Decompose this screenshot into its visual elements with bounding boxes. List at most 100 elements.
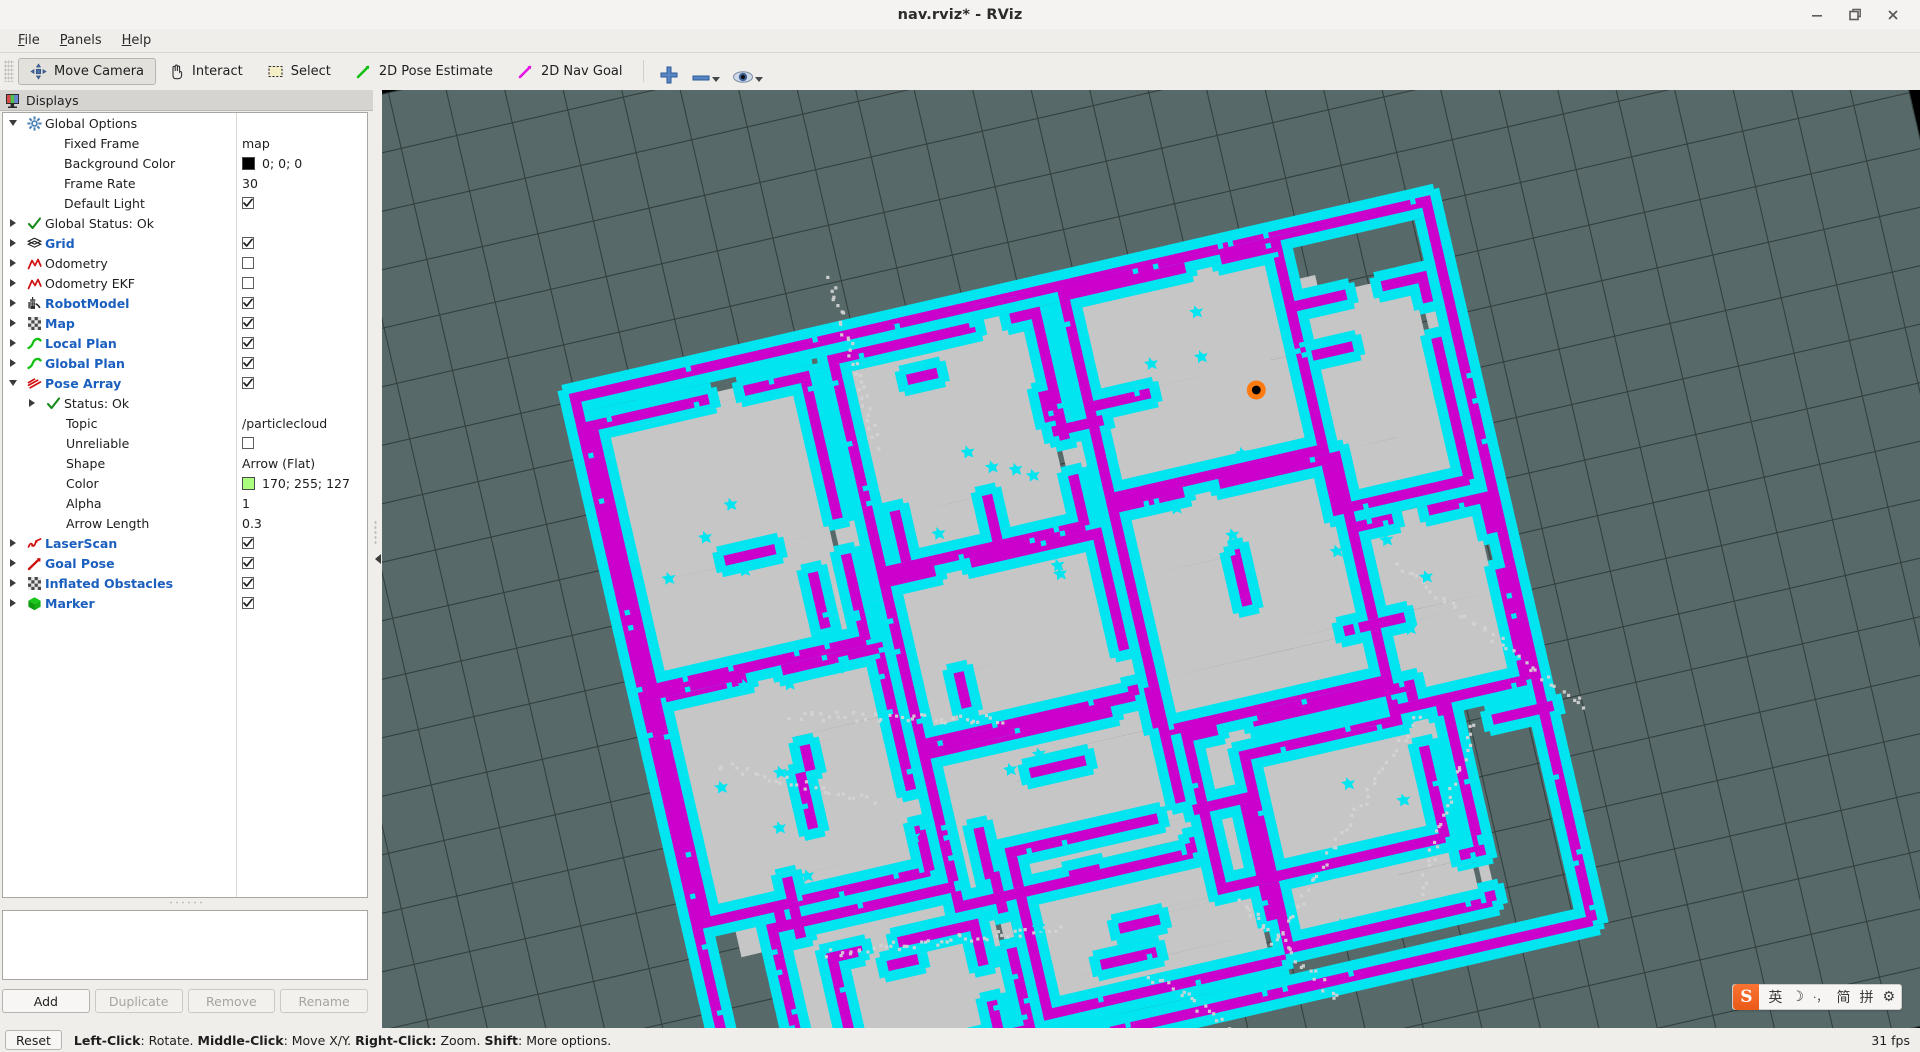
remove-button[interactable]: Remove bbox=[187, 989, 276, 1013]
tree-expander[interactable] bbox=[3, 319, 23, 327]
tree-row-laserscan[interactable]: LaserScan bbox=[3, 533, 367, 553]
tree-row-checkbox[interactable] bbox=[242, 353, 254, 373]
tree-row-checkbox[interactable] bbox=[242, 253, 254, 273]
tree-row-odometry-ekf[interactable]: Odometry EKF bbox=[3, 273, 367, 293]
ime-simplified[interactable]: 简 bbox=[1836, 987, 1850, 1007]
chevron-right-icon[interactable] bbox=[10, 239, 16, 247]
menu-panels[interactable]: Panels bbox=[50, 31, 112, 50]
panel-splitter[interactable] bbox=[168, 900, 202, 905]
tree-row-global-plan[interactable]: Global Plan bbox=[3, 353, 367, 373]
rename-button[interactable]: Rename bbox=[280, 989, 368, 1013]
tree-row-value[interactable]: map bbox=[242, 133, 270, 153]
tree-row-fixed-frame[interactable]: Fixed Frame map bbox=[3, 133, 367, 153]
tree-expander[interactable] bbox=[3, 559, 23, 567]
tool-move-camera[interactable]: Move Camera bbox=[18, 57, 157, 85]
tree-expander[interactable] bbox=[3, 239, 23, 247]
tree-row-value[interactable]: 1 bbox=[242, 493, 250, 513]
menu-help[interactable]: Help bbox=[112, 31, 162, 50]
toolbar-grip[interactable] bbox=[4, 60, 14, 82]
selection-detail-box[interactable] bbox=[2, 910, 368, 980]
chevron-right-icon[interactable] bbox=[29, 399, 35, 407]
tree-row-goal-pose[interactable]: Goal Pose bbox=[3, 553, 367, 573]
tree-row-color[interactable]: 170; 255; 127 bbox=[242, 473, 350, 493]
focus-plus-icon[interactable] bbox=[653, 57, 685, 85]
tree-row-value[interactable]: Arrow (Flat) bbox=[242, 453, 315, 473]
ime-pinyin[interactable]: 拼 bbox=[1859, 987, 1873, 1007]
tree-row-default-light[interactable]: Default Light bbox=[3, 193, 367, 213]
chevron-right-icon[interactable] bbox=[10, 559, 16, 567]
maximize-icon[interactable] bbox=[1836, 0, 1874, 29]
tool-2d-pose-estimate[interactable]: 2D Pose Estimate bbox=[343, 58, 505, 85]
tree-row-pose-array[interactable]: Pose Array bbox=[3, 373, 367, 393]
tree-row-marker[interactable]: Marker bbox=[3, 593, 367, 613]
tree-row-robotmodel[interactable]: RobotModel bbox=[3, 293, 367, 313]
tree-expander[interactable] bbox=[3, 279, 23, 287]
tree-row-value[interactable]: 30 bbox=[242, 173, 258, 193]
tree-row-pose-array-alpha[interactable]: Alpha 1 bbox=[3, 493, 367, 513]
tree-row-global-status[interactable]: Global Status: Ok bbox=[3, 213, 367, 233]
left-panel-collapse-handle[interactable] bbox=[373, 90, 382, 1028]
tree-row-grid[interactable]: Grid bbox=[3, 233, 367, 253]
tree-row-pose-array-arrow-length[interactable]: Arrow Length 0.3 bbox=[3, 513, 367, 533]
measure-minus-icon[interactable] bbox=[685, 57, 726, 85]
duplicate-button[interactable]: Duplicate bbox=[94, 989, 183, 1013]
tree-row-pose-array-shape[interactable]: Shape Arrow (Flat) bbox=[3, 453, 367, 473]
tree-expander[interactable] bbox=[3, 380, 23, 386]
tree-row-pose-array-topic[interactable]: Topic/particlecloud bbox=[3, 413, 367, 433]
chevron-right-icon[interactable] bbox=[10, 599, 16, 607]
chevron-down-icon[interactable] bbox=[9, 120, 17, 126]
tree-row-map[interactable]: Map bbox=[3, 313, 367, 333]
tree-row-global-options[interactable]: Global Options bbox=[3, 113, 367, 133]
tree-row-value[interactable]: /particlecloud bbox=[242, 413, 327, 433]
tree-row-checkbox[interactable] bbox=[242, 373, 254, 393]
tree-expander[interactable] bbox=[3, 339, 23, 347]
chevron-left-icon[interactable] bbox=[374, 554, 381, 564]
tree-row-pose-array-unreliable[interactable]: Unreliable bbox=[3, 433, 367, 453]
render-view-3d[interactable] bbox=[382, 90, 1920, 1028]
tree-row-checkbox[interactable] bbox=[242, 433, 254, 453]
tree-row-pose-array-status[interactable]: Status: Ok bbox=[3, 393, 367, 413]
tree-expander[interactable] bbox=[3, 579, 23, 587]
tree-row-checkbox[interactable] bbox=[242, 233, 254, 253]
chevron-right-icon[interactable] bbox=[10, 359, 16, 367]
tree-row-checkbox[interactable] bbox=[242, 193, 254, 213]
chevron-right-icon[interactable] bbox=[10, 319, 16, 327]
tree-expander[interactable] bbox=[3, 359, 23, 367]
chevron-right-icon[interactable] bbox=[10, 259, 16, 267]
tree-expander[interactable] bbox=[3, 219, 23, 227]
tree-expander[interactable] bbox=[3, 599, 23, 607]
menu-file[interactable]: File bbox=[8, 31, 50, 50]
chevron-down-icon[interactable] bbox=[755, 77, 764, 82]
ime-punctuation[interactable]: ·， bbox=[1813, 989, 1828, 1005]
close-icon[interactable] bbox=[1874, 0, 1912, 29]
chevron-right-icon[interactable] bbox=[10, 339, 16, 347]
tree-row-checkbox[interactable] bbox=[242, 333, 254, 353]
gear-icon[interactable]: ⚙ bbox=[1882, 989, 1895, 1005]
tool-select[interactable]: Select bbox=[255, 58, 343, 85]
tree-row-frame-rate[interactable]: Frame Rate 30 bbox=[3, 173, 367, 193]
tree-row-checkbox[interactable] bbox=[242, 293, 254, 313]
tree-row-checkbox[interactable] bbox=[242, 573, 254, 593]
add-button[interactable]: Add bbox=[2, 989, 90, 1013]
tree-expander[interactable] bbox=[22, 399, 42, 407]
tree-row-local-plan[interactable]: Local Plan bbox=[3, 333, 367, 353]
tree-row-value[interactable]: 0.3 bbox=[242, 513, 262, 533]
tool-2d-nav-goal[interactable]: 2D Nav Goal bbox=[505, 58, 635, 85]
ime-toolbar[interactable]: S 英 ☽ ·， 简 拼 ⚙ bbox=[1732, 984, 1902, 1010]
tree-row-checkbox[interactable] bbox=[242, 313, 254, 333]
tree-row-inflated-obstacles[interactable]: Inflated Obstacles bbox=[3, 573, 367, 593]
chevron-right-icon[interactable] bbox=[10, 279, 16, 287]
chevron-down-icon[interactable] bbox=[712, 77, 721, 82]
tree-row-odometry[interactable]: Odometry bbox=[3, 253, 367, 273]
reset-button[interactable]: Reset bbox=[5, 1030, 62, 1050]
tree-row-checkbox[interactable] bbox=[242, 553, 254, 573]
tree-expander[interactable] bbox=[3, 259, 23, 267]
chevron-down-icon[interactable] bbox=[9, 380, 17, 386]
tree-row-checkbox[interactable] bbox=[242, 593, 254, 613]
tree-expander[interactable] bbox=[3, 539, 23, 547]
ime-mode-english[interactable]: 英 bbox=[1768, 987, 1782, 1007]
chevron-right-icon[interactable] bbox=[10, 219, 16, 227]
chevron-right-icon[interactable] bbox=[10, 539, 16, 547]
focus-camera-eye-icon[interactable] bbox=[726, 57, 769, 85]
tree-row-color[interactable]: 0; 0; 0 bbox=[242, 153, 302, 173]
